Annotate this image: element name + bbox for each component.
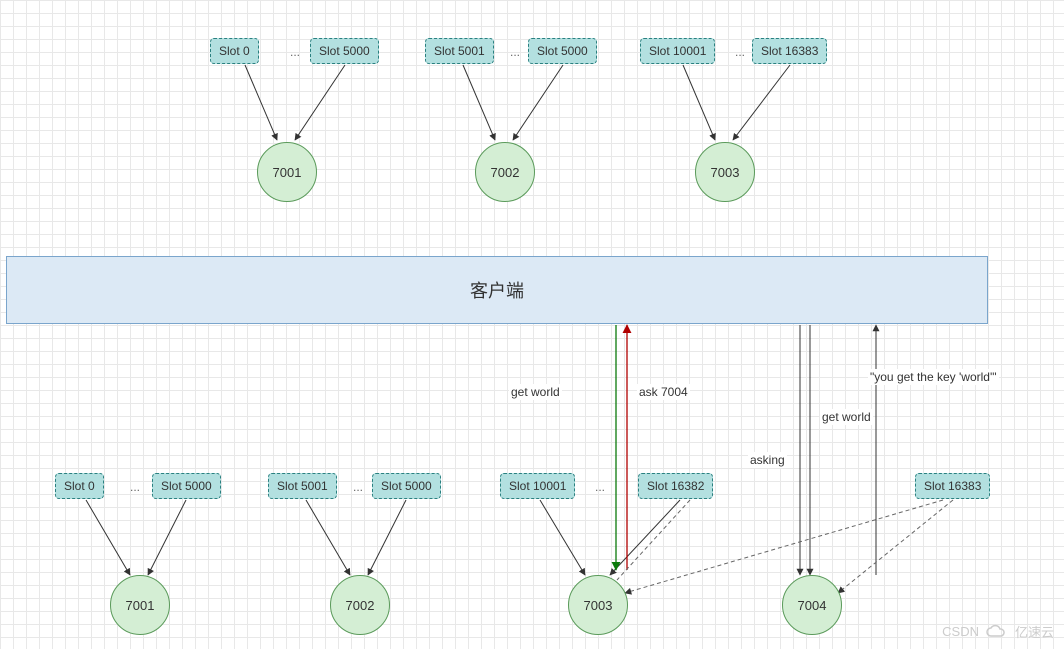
watermark: CSDN 亿速云	[942, 622, 1054, 641]
ellipsis: ...	[353, 480, 363, 494]
ellipsis: ...	[510, 45, 520, 59]
node-circle: 7002	[475, 142, 535, 202]
node-circle: 7003	[695, 142, 755, 202]
label-get-world-2: get world	[820, 409, 873, 425]
node-circle: 7001	[257, 142, 317, 202]
arrow-layer	[0, 0, 1064, 649]
slot-box: Slot 0	[210, 38, 259, 64]
slot-box: Slot 5000	[528, 38, 597, 64]
slot-box: Slot 16383	[752, 38, 827, 64]
slot-box: Slot 5001	[425, 38, 494, 64]
slot-box: Slot 5000	[372, 473, 441, 499]
watermark-yisu: 亿速云	[1015, 622, 1054, 641]
node-circle: 7001	[110, 575, 170, 635]
ellipsis: ...	[595, 480, 605, 494]
node-circle: 7004	[782, 575, 842, 635]
cloud-icon	[985, 624, 1009, 640]
client-box: 客户端	[6, 256, 988, 324]
node-circle: 7003	[568, 575, 628, 635]
slot-box: Slot 10001	[640, 38, 715, 64]
ellipsis: ...	[290, 45, 300, 59]
label-you-get: "you get the key 'world'"	[868, 369, 999, 385]
node-circle: 7002	[330, 575, 390, 635]
label-asking: asking	[748, 452, 787, 468]
slot-box: Slot 5000	[310, 38, 379, 64]
label-ask-7004: ask 7004	[637, 384, 690, 400]
ellipsis: ...	[735, 45, 745, 59]
slot-box: Slot 16382	[638, 473, 713, 499]
ellipsis: ...	[130, 480, 140, 494]
slot-box: Slot 5001	[268, 473, 337, 499]
watermark-csdn: CSDN	[942, 624, 979, 639]
slot-box: Slot 10001	[500, 473, 575, 499]
diagram-canvas: Slot 0 ... Slot 5000 7001 Slot 5001 ... …	[0, 0, 1064, 649]
slot-box: Slot 0	[55, 473, 104, 499]
slot-box: Slot 5000	[152, 473, 221, 499]
label-get-world: get world	[509, 384, 562, 400]
slot-box: Slot 16383	[915, 473, 990, 499]
